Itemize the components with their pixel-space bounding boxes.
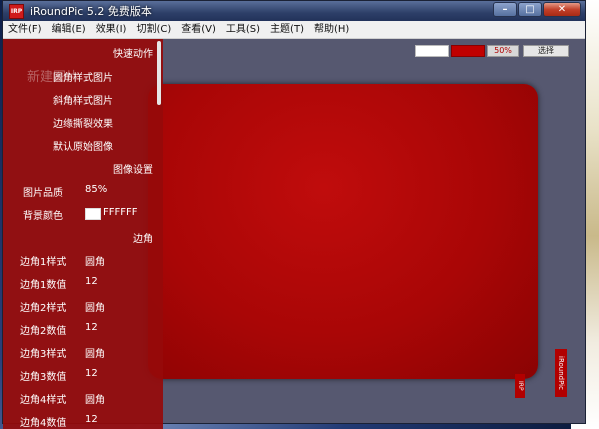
menu-effects[interactable]: 效果(I) <box>91 21 132 38</box>
preview-image[interactable] <box>148 84 538 379</box>
close-button[interactable]: ✕ <box>543 2 581 17</box>
corner2-value[interactable]: 12 <box>85 322 98 333</box>
menu-file[interactable]: 文件(F) <box>3 21 47 38</box>
corner3-value-label: 边角3数值 <box>20 372 67 383</box>
menu-edit[interactable]: 编辑(E) <box>47 21 91 38</box>
corner4-value-label: 边角4数值 <box>20 418 67 429</box>
quick-actions-header: 快速动作 <box>113 49 153 60</box>
corner2-style-value[interactable]: 圆角 <box>85 299 105 314</box>
stamp-logo: iRoundPic <box>555 349 567 397</box>
menu-help[interactable]: 帮助(H) <box>309 21 354 38</box>
select-button[interactable]: 选择 <box>523 45 569 57</box>
menu-view[interactable]: 查看(V) <box>176 21 221 38</box>
window-controls: – □ ✕ <box>493 2 581 17</box>
foreground-color-swatch[interactable] <box>451 45 485 57</box>
corners-header: 边角 <box>133 234 153 245</box>
corner2-style-label: 边角2样式 <box>20 303 67 314</box>
zoom-percent[interactable]: 50% <box>487 45 519 57</box>
menu-cut[interactable]: 切割(C) <box>131 21 176 38</box>
action-rounded[interactable]: 圆角样式图片 <box>53 69 113 84</box>
settings-panel: 新建图片 快速动作 圆角样式图片 斜角样式图片 边缘撕裂效果 默认原始图像 图像… <box>3 39 163 429</box>
corner4-value[interactable]: 12 <box>85 414 98 425</box>
bg-color-chip[interactable] <box>85 208 101 220</box>
menu-theme[interactable]: 主题(T) <box>265 21 309 38</box>
menu-tools[interactable]: 工具(S) <box>221 21 265 38</box>
app-icon: IRP <box>9 3 24 19</box>
action-torn-edge[interactable]: 边缘撕裂效果 <box>53 115 113 130</box>
app-window: IRP iRoundPic 5.2 免费版本 – □ ✕ 文件(F) 编辑(E)… <box>2 0 586 429</box>
corner4-style-value[interactable]: 圆角 <box>85 391 105 406</box>
corner1-value[interactable]: 12 <box>85 276 98 287</box>
corner3-style-label: 边角3样式 <box>20 349 67 360</box>
quality-label: 图片品质 <box>23 188 63 199</box>
corner3-style-value[interactable]: 圆角 <box>85 345 105 360</box>
menu-bar: 文件(F) 编辑(E) 效果(I) 切割(C) 查看(V) 工具(S) 主题(T… <box>3 21 585 39</box>
corner3-value[interactable]: 12 <box>85 368 98 379</box>
corner2-value-label: 边角2数值 <box>20 326 67 337</box>
maximize-button[interactable]: □ <box>518 2 542 17</box>
corner4-style-label: 边角4样式 <box>20 395 67 406</box>
bg-color-value[interactable]: FFFFFF <box>103 207 138 218</box>
workspace: 50% 选择 iRoundPic IRP 新建图片 快速动作 圆角样式图片 斜角… <box>3 39 585 429</box>
minimize-button[interactable]: – <box>493 2 517 17</box>
corner1-style-label: 边角1样式 <box>20 257 67 268</box>
corner1-value-label: 边角1数值 <box>20 280 67 291</box>
window-title: iRoundPic 5.2 免费版本 <box>30 5 152 18</box>
panel-scrollbar[interactable] <box>157 41 161 105</box>
image-settings-header: 图像设置 <box>113 165 153 176</box>
quality-value[interactable]: 85% <box>85 184 107 195</box>
corner1-style-value[interactable]: 圆角 <box>85 253 105 268</box>
title-bar[interactable]: IRP iRoundPic 5.2 免费版本 – □ ✕ <box>3 1 585 21</box>
action-default[interactable]: 默认原始图像 <box>53 138 113 153</box>
top-controls: 50% 选择 <box>415 45 569 57</box>
stamp-logo-small: IRP <box>515 374 525 398</box>
background-color-swatch[interactable] <box>415 45 449 57</box>
action-bevel[interactable]: 斜角样式图片 <box>53 92 113 107</box>
bg-color-label: 背景颜色 <box>23 211 63 222</box>
